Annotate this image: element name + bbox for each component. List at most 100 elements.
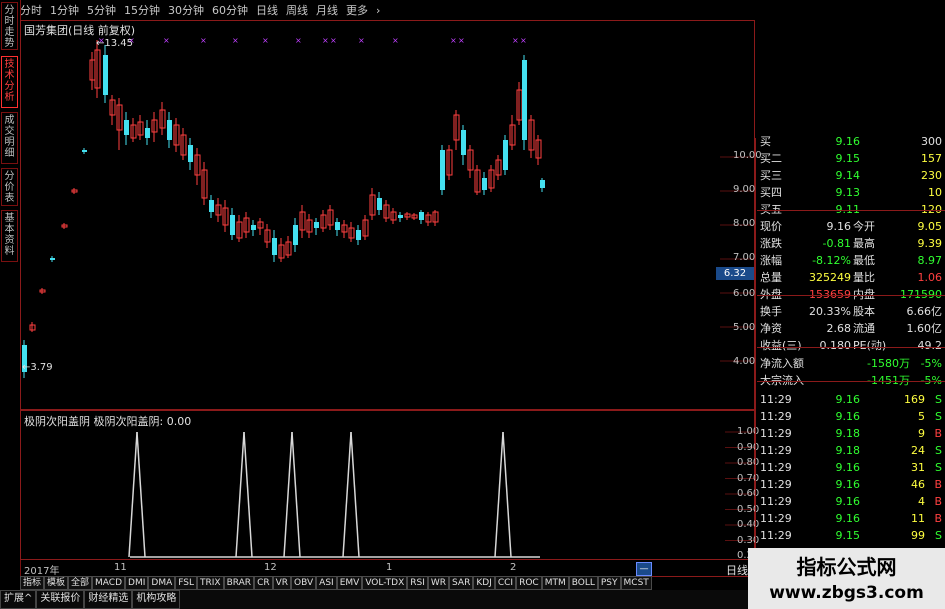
indicator-tab[interactable]: PSY [597,576,621,590]
signal-marker: × [262,36,269,45]
tick-volume: 11 [911,512,925,525]
tick-volume: 4 [918,495,925,508]
fund-label: 换手 [760,305,782,318]
period-label: 日线 [726,564,748,577]
candle-body [522,60,527,140]
indicator-tab[interactable]: MTM [541,576,569,590]
fund-label: PE(动) [853,339,887,352]
fund-label: 流通 [853,322,875,335]
stat-value: 9.05 [917,220,943,233]
indicator-panel[interactable] [20,410,755,560]
candle-body [503,140,508,170]
indicator-tab[interactable]: CR [254,576,273,590]
signal-marker: × [392,36,399,45]
indicator-tab[interactable]: TRIX [197,576,224,590]
indicator-tab[interactable]: SAR [449,576,474,590]
tick-time: 11:29 [760,478,792,491]
tick-side: B [934,495,942,508]
tick-volume: 24 [911,444,925,457]
indicator-tab[interactable]: VOL-TDX [362,576,408,590]
indicator-tab[interactable]: RSI [407,576,428,590]
fund-label: 收益(三) [760,339,802,352]
tick-price: 9.16 [835,461,861,474]
indicator-tab[interactable]: DMA [148,576,176,590]
stat-label: 涨跌 [760,237,782,250]
tick-time: 11:29 [760,529,792,542]
indicator-tab[interactable]: 全部 [68,576,93,590]
indicator-tab[interactable]: BRAR [223,576,255,590]
bottom-tab[interactable]: 财经精选 [84,590,133,609]
current-price-tag: 6.32 [716,267,754,280]
tick-side: S [935,529,942,542]
bid-price: 9.14 [835,169,861,182]
bid-label: 买 [760,135,771,148]
stat-value: 9.39 [917,237,943,250]
stat-label: 涨幅 [760,254,782,267]
indicator-tab[interactable]: VR [272,576,292,590]
stat-value: 325249 [809,271,851,284]
candle-body [540,180,545,188]
tick-volume: 46 [911,478,925,491]
indicator-tab[interactable]: ROC [516,576,542,590]
quote-separator [757,210,945,211]
indicator-tabs: 指标 模板 全部 MACD DMI DMA FSL TRIX BRAR CR VR OBV ASI EMV… [20,576,652,590]
indicator-tab[interactable]: 指标 [20,576,45,590]
signal-marker: × [520,36,527,45]
price-tick: 6.00 [733,288,756,299]
bottom-tab[interactable]: 扩展^ [0,590,37,609]
bid-volume: 157 [921,152,942,165]
fund-value: 0.180 [819,339,852,352]
bid-label: 买二 [760,152,782,165]
candle-body [251,225,256,230]
low-price-mark: ←3.79 [22,362,53,373]
indicator-tab[interactable]: MACD [92,576,126,590]
date-label: 11 [114,562,127,573]
indicator-tab[interactable]: CCI [494,576,517,590]
bid-label: 买三 [760,169,782,182]
candle-body [482,178,487,190]
fund-value: 49.2 [917,339,943,352]
stat-label: 最低 [853,254,875,267]
indicator-tab[interactable]: FSL [175,576,197,590]
tick-side: S [935,444,942,457]
candle-body [293,225,298,245]
date-label: 1 [386,562,393,573]
date-label: 12 [264,562,277,573]
indicator-tab[interactable]: KDJ [473,576,495,590]
indicator-tab[interactable]: WR [427,576,450,590]
stat-value: -8.12% [812,254,851,267]
candle-body [461,130,466,155]
indicator-tab[interactable]: ASI [316,576,337,590]
tick-price: 9.18 [835,427,861,440]
high-price-mark: ←13.45 [96,38,134,49]
price-tick: 9.00 [733,184,756,195]
flow-label: 净流入额 [760,357,804,370]
quote-separator [757,295,945,296]
tick-side: S [935,410,942,423]
bid-price: 9.13 [835,186,861,199]
bottom-tab[interactable]: 关联报价 [36,590,85,609]
stat-label: 最高 [853,237,875,250]
watermark-title: 指标公式网 [796,555,897,579]
signal-marker: × [458,36,465,45]
indicator-tab[interactable]: MCST [620,576,652,590]
signal-marker: × [295,36,302,45]
scroll-thumb[interactable]: — [636,562,652,576]
flow-percent: -5% [920,357,942,370]
tick-price: 9.16 [835,410,861,423]
indicator-tab[interactable]: OBV [291,576,317,590]
tick-time: 11:29 [760,495,792,508]
indicator-tab[interactable]: EMV [336,576,363,590]
tick-volume: 5 [918,410,925,423]
stat-label: 量比 [853,271,875,284]
indicator-tab[interactable]: DMI [125,576,149,590]
signal-marker: × [232,36,239,45]
bottom-tab[interactable]: 机构攻略 [132,590,181,609]
indicator-tab[interactable]: BOLL [568,576,598,590]
indicator-tab[interactable]: 模板 [44,576,69,590]
signal-marker: × [322,36,329,45]
tick-volume: 9 [918,427,925,440]
candle-body [209,200,214,212]
stat-label: 总量 [760,271,782,284]
tick-price: 9.16 [835,512,861,525]
